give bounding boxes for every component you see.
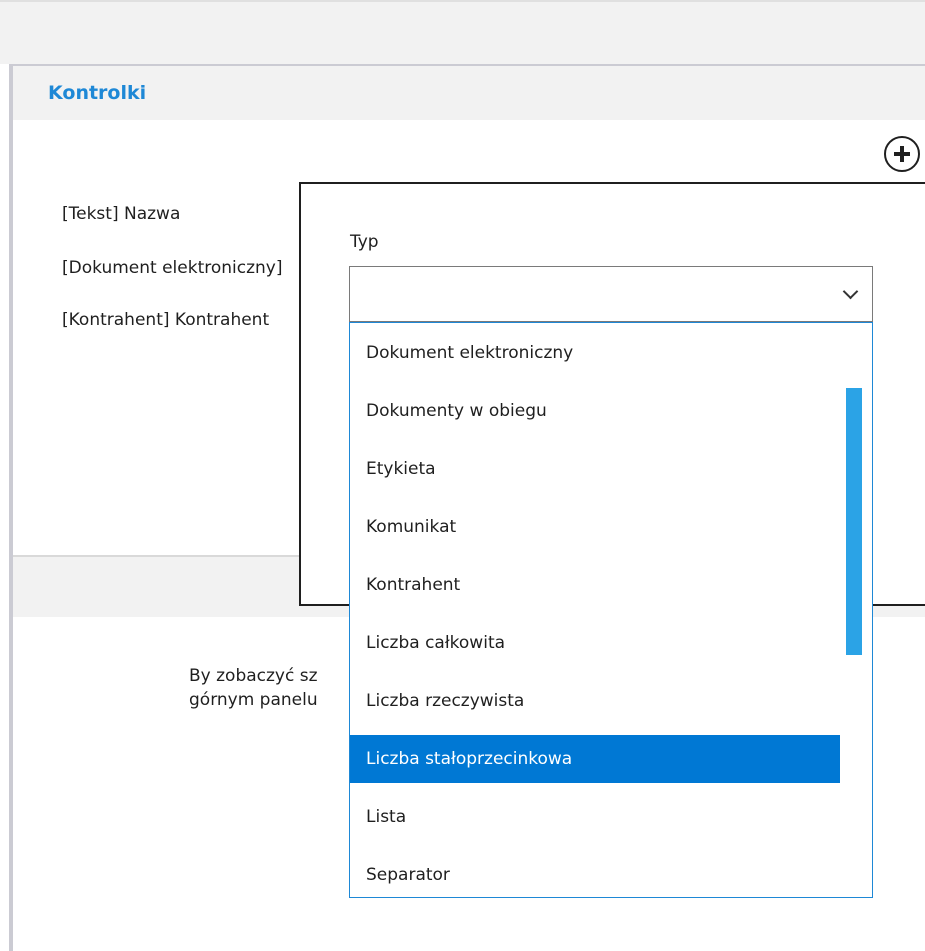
option-komunikat[interactable]: Komunikat (350, 503, 840, 551)
scrollbar-thumb[interactable] (846, 388, 862, 655)
option-dokument-elektroniczny[interactable]: Dokument elektroniczny (350, 329, 840, 377)
control-item-kontrahent[interactable]: [Kontrahent] Kontrahent (62, 310, 302, 330)
dropdown-scrollbar[interactable] (846, 388, 862, 655)
chevron-down-icon[interactable] (842, 283, 859, 300)
option-liczba-rzeczywista[interactable]: Liczba rzeczywista (350, 677, 840, 725)
top-bar (0, 0, 925, 64)
section-title: Kontrolki (48, 82, 147, 104)
hint-line-1: By zobaczyć sz (189, 666, 318, 686)
option-dokumenty-w-obiegu[interactable]: Dokumenty w obiegu (350, 387, 840, 435)
option-etykieta[interactable]: Etykieta (350, 445, 840, 493)
typ-select[interactable] (349, 266, 873, 322)
add-control-icon[interactable] (884, 136, 920, 172)
option-liczba-calkowita[interactable]: Liczba całkowita (350, 619, 840, 667)
control-item-tekst-nazwa[interactable]: [Tekst] Nazwa (62, 204, 302, 224)
hint-line-2: górnym panelu (189, 690, 318, 710)
section-header (13, 66, 925, 120)
option-liczba-staloprzecinkowa[interactable]: Liczba stałoprzecinkowa (350, 735, 840, 783)
option-kontrahent[interactable]: Kontrahent (350, 561, 840, 609)
hint-text: By zobaczyć sz górnym panelu (189, 664, 318, 712)
option-separator[interactable]: Separator (350, 851, 840, 899)
typ-label: Typ (350, 232, 379, 252)
typ-dropdown-list: Dokument elektroniczny Dokumenty w obieg… (349, 322, 873, 898)
option-lista[interactable]: Lista (350, 793, 840, 841)
control-item-dokument-elektroniczny[interactable]: [Dokument elektroniczny] (62, 258, 302, 278)
